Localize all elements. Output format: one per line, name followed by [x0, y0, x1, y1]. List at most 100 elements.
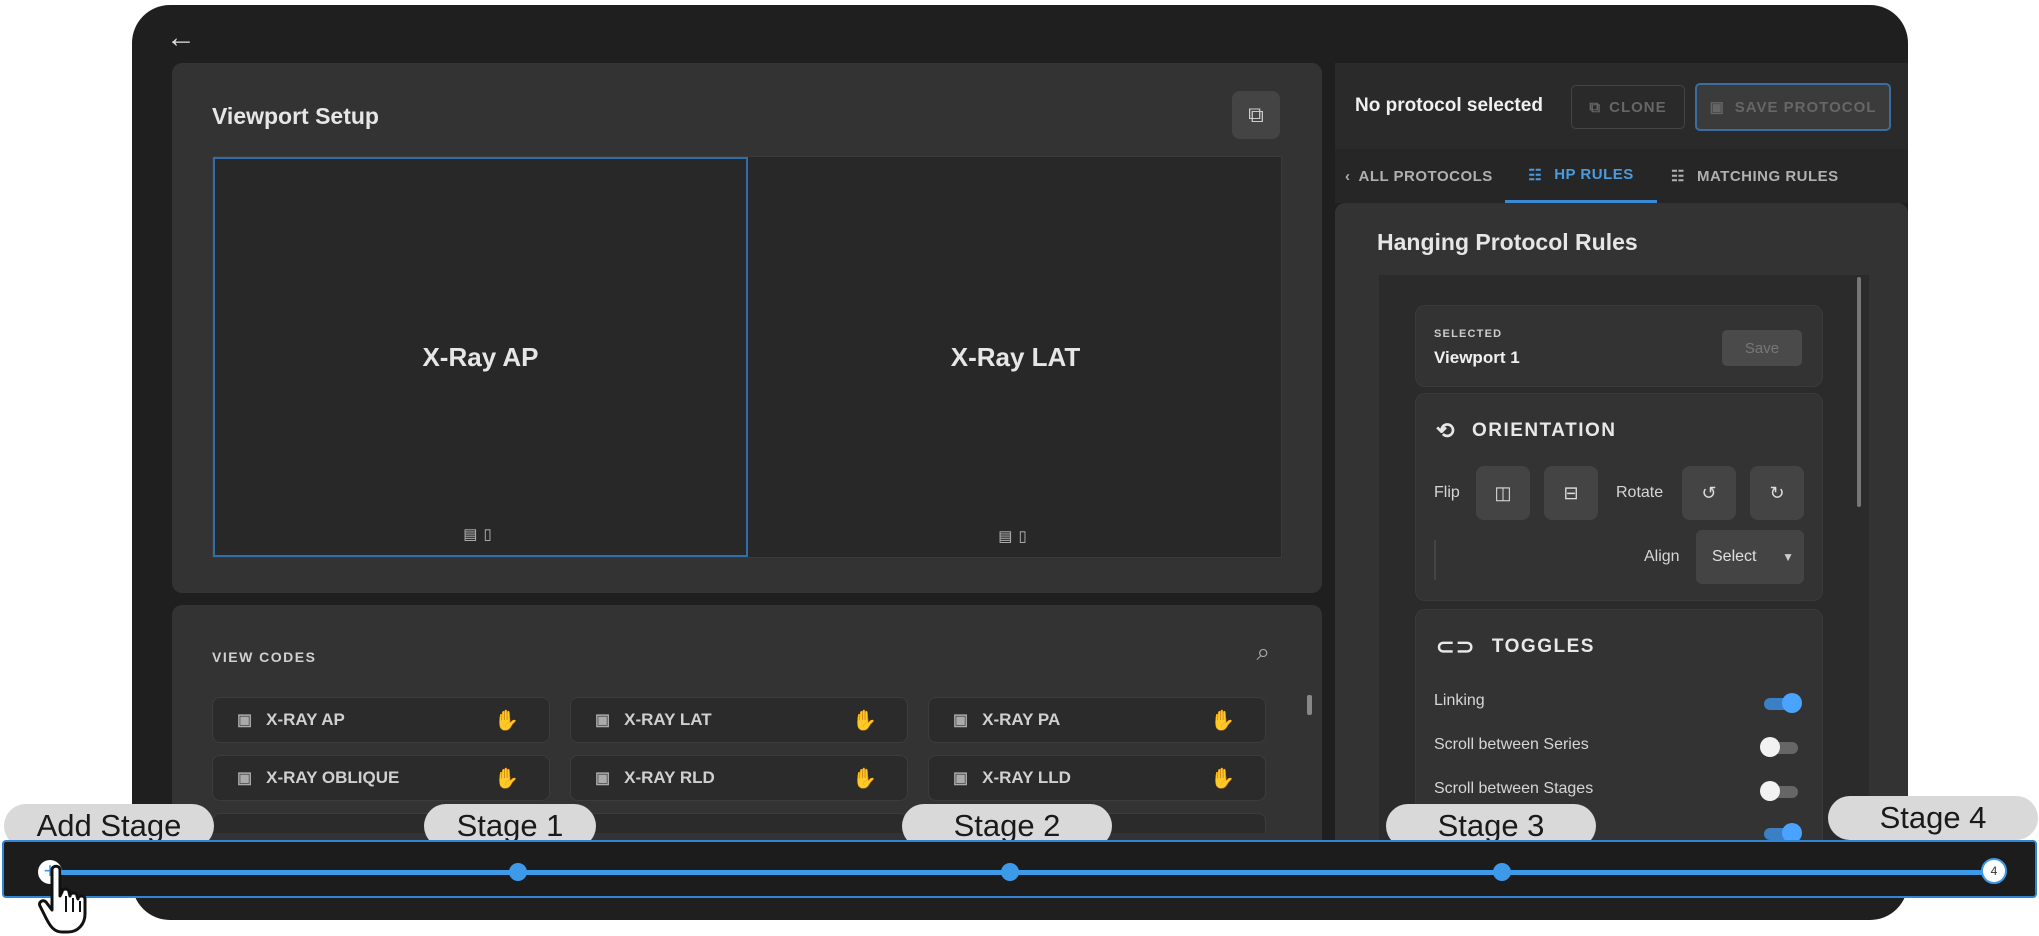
- selected-value: Viewport 1: [1434, 348, 1520, 367]
- viewport-2[interactable]: X-Ray LAT ▤▯: [748, 157, 1283, 557]
- code-icon: ▣: [953, 712, 969, 729]
- timeline-track[interactable]: [48, 870, 1992, 875]
- protocol-toolbar: No protocol selected ⧉ CLONE ▣ SAVE PROT…: [1335, 63, 1908, 149]
- drag-hand-icon[interactable]: ✋: [852, 766, 877, 791]
- tab-matching-rules[interactable]: ☷ MATCHING RULES: [1671, 149, 1839, 203]
- orientation-title: ORIENTATION: [1471, 420, 1617, 441]
- scroll-series-toggle[interactable]: [1760, 737, 1798, 757]
- document-icon: ▯: [1018, 528, 1033, 545]
- stage-label: Stage 4: [1828, 796, 2038, 840]
- code-icon: ▣: [595, 770, 611, 787]
- code-icon: ▣: [953, 770, 969, 787]
- chevron-left-icon: ‹: [1345, 167, 1351, 185]
- view-code-label: X-RAY AP: [266, 710, 345, 729]
- screen-share-icon[interactable]: ⧉: [1232, 91, 1280, 139]
- save-protocol-label: SAVE PROTOCOL: [1734, 98, 1877, 116]
- flip-horizontal-icon[interactable]: ◫: [1476, 466, 1530, 520]
- toggle-knob: [1782, 693, 1802, 713]
- view-code-label: X-RAY OBLIQUE: [266, 768, 400, 787]
- toggle-icon: ⊂⊃: [1436, 634, 1476, 659]
- viewport-setup-panel: Viewport Setup ⧉ X-Ray AP ▤▯ X-Ray LAT ▤…: [172, 63, 1322, 593]
- grid-icon: ▤: [998, 528, 1019, 545]
- drag-hand-icon[interactable]: ✋: [852, 708, 877, 733]
- partial-toggle[interactable]: [1764, 823, 1802, 843]
- toggles-header: ⊂⊃ TOGGLES: [1436, 634, 1595, 660]
- toggle-label: Scroll between Stages: [1434, 780, 1594, 797]
- caret-down-icon: ▼: [1782, 550, 1794, 564]
- code-icon: ▣: [237, 712, 253, 729]
- toggles-title: TOGGLES: [1491, 636, 1595, 657]
- selected-label: SELECTED: [1434, 328, 1503, 340]
- view-code-label: X-RAY PA: [982, 710, 1061, 729]
- list-icon: ☷: [1528, 166, 1543, 184]
- clone-button[interactable]: ⧉ CLONE: [1571, 85, 1685, 129]
- copy-icon: ⧉: [1589, 98, 1602, 116]
- stage-3-marker[interactable]: [1493, 863, 1511, 881]
- clone-button-label: CLONE: [1609, 98, 1667, 116]
- flip-vertical-icon[interactable]: ⊟: [1544, 466, 1598, 520]
- tab-hp-rules-label: HP RULES: [1554, 166, 1634, 183]
- linking-toggle[interactable]: [1764, 693, 1802, 713]
- stage-1-marker[interactable]: [509, 863, 527, 881]
- orientation-header: ⟲ ORIENTATION: [1436, 418, 1617, 444]
- hand-cursor-icon: [38, 864, 87, 934]
- align-select[interactable]: Select ▼: [1696, 530, 1804, 584]
- drag-hand-icon[interactable]: ✋: [494, 766, 519, 791]
- rotate-right-icon[interactable]: ↻: [1750, 466, 1804, 520]
- back-arrow-icon[interactable]: ←: [166, 21, 196, 55]
- tab-hp-rules[interactable]: ☷ HP RULES: [1505, 149, 1657, 203]
- view-code-chip[interactable]: ▣ X-RAY AP ✋: [212, 697, 550, 743]
- tab-all-protocols[interactable]: ‹ ALL PROTOCOLS: [1345, 149, 1493, 203]
- toggle-label: Scroll between Series: [1434, 736, 1589, 753]
- drag-hand-icon[interactable]: ✋: [1210, 708, 1235, 733]
- stage-count: 4: [1990, 864, 1998, 878]
- rotate-label: Rotate: [1616, 484, 1664, 501]
- protocol-tabs: ‹ ALL PROTOCOLS ☷ HP RULES ☷ MATCHING RU…: [1335, 149, 1908, 203]
- toggle-knob: [1760, 737, 1780, 757]
- search-icon[interactable]: ⌕: [1257, 639, 1270, 667]
- flip-label: Flip: [1434, 484, 1460, 501]
- viewport-setup-title: Viewport Setup: [212, 103, 379, 129]
- save-protocol-button[interactable]: ▣ SAVE PROTOCOL: [1695, 83, 1891, 131]
- view-codes-scrollbar[interactable]: [1307, 695, 1312, 715]
- save-button[interactable]: Save: [1722, 330, 1802, 366]
- selected-viewport-card: SELECTED Viewport 1 Save: [1415, 305, 1823, 387]
- list-icon: ☷: [1671, 168, 1685, 185]
- rules-scrollbar[interactable]: [1857, 277, 1861, 507]
- hp-rules-title: Hanging Protocol Rules: [1377, 229, 1638, 255]
- stage-4-marker[interactable]: 4: [1981, 858, 2007, 884]
- scroll-stages-toggle[interactable]: [1760, 781, 1798, 801]
- view-code-label: X-RAY LAT: [624, 710, 712, 729]
- align-select-value: Select: [1712, 548, 1757, 565]
- stage-timeline[interactable]: + 4: [2, 840, 2037, 898]
- protocol-sidebar: No protocol selected ⧉ CLONE ▣ SAVE PROT…: [1335, 63, 1908, 875]
- view-code-chip[interactable]: ▣ X-RAY PA ✋: [928, 697, 1266, 743]
- drag-hand-icon[interactable]: ✋: [494, 708, 519, 733]
- code-icon: ▣: [237, 770, 253, 787]
- view-codes-title: VIEW CODES: [212, 649, 317, 665]
- view-code-label: X-RAY RLD: [624, 768, 715, 787]
- viewport-1-label: X-Ray AP: [422, 341, 539, 372]
- orientation-card: ⟲ ORIENTATION Flip ◫ ⊟ Rotate ↺ ↻ Align …: [1415, 393, 1823, 601]
- view-code-chip[interactable]: ▣ X-RAY RLD ✋: [570, 755, 908, 801]
- view-code-chip[interactable]: [570, 813, 908, 833]
- protocol-status: No protocol selected: [1355, 95, 1543, 116]
- viewport-1[interactable]: X-Ray AP ▤▯: [213, 157, 748, 557]
- view-code-label: X-RAY LLD: [982, 768, 1071, 787]
- drag-hand-icon[interactable]: ✋: [1210, 766, 1235, 791]
- save-icon: ▣: [1709, 99, 1725, 116]
- view-code-chip[interactable]: ▣ X-RAY LAT ✋: [570, 697, 908, 743]
- toggle-knob: [1760, 781, 1780, 801]
- view-code-chip[interactable]: ▣ X-RAY OBLIQUE ✋: [212, 755, 550, 801]
- stage-2-marker[interactable]: [1001, 863, 1019, 881]
- rotate-cycle-icon: ⟲: [1436, 418, 1456, 443]
- viewport-2-icons: ▤▯: [998, 527, 1032, 545]
- hp-rules-panel: Hanging Protocol Rules SELECTED Viewport…: [1335, 203, 1908, 875]
- grid-icon: ▤: [463, 526, 484, 543]
- rotate-left-icon[interactable]: ↺: [1682, 466, 1736, 520]
- divider: [1434, 540, 1436, 580]
- view-code-chip[interactable]: ▣ X-RAY LLD ✋: [928, 755, 1266, 801]
- viewport-2-label: X-Ray LAT: [950, 341, 1081, 372]
- viewport-1-icons: ▤▯: [463, 525, 497, 543]
- view-codes-panel: VIEW CODES ⌕ ▣ X-RAY AP ✋ ▣ X-RAY LAT ✋ …: [172, 605, 1322, 865]
